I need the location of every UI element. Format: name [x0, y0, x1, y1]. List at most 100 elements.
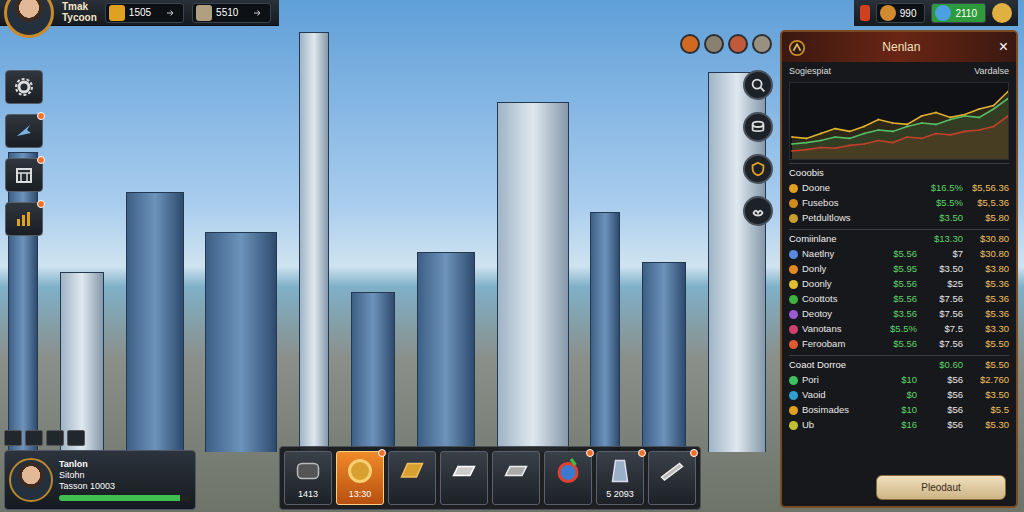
commodity-value: $7.56: [919, 337, 963, 351]
sidebar-item[interactable]: [5, 114, 43, 148]
commodity-icon: [789, 421, 798, 430]
building: [590, 212, 620, 452]
market-row[interactable]: Vanotans$5.5%$7.5$3.30: [789, 322, 1009, 337]
tool-button[interactable]: [743, 70, 773, 100]
inventory-slot[interactable]: [544, 451, 592, 505]
series-point: [892, 141, 894, 143]
series-point: [964, 130, 966, 132]
inventory-slot[interactable]: 1413: [284, 451, 332, 505]
commodity-name: Pori: [802, 373, 869, 387]
quick-icon[interactable]: [704, 34, 724, 54]
currency-counter[interactable]: 990: [876, 3, 926, 23]
quick-icons: [680, 34, 772, 54]
series-point: [906, 123, 908, 125]
commodity-values: $0$56$3.50: [873, 388, 1009, 402]
inventory-slot[interactable]: 13:30: [336, 451, 384, 505]
commodity-values: $5.56$25$5.36: [873, 277, 1009, 291]
close-button[interactable]: ×: [997, 39, 1010, 55]
commodity-values: $5.56$7.56$5.50: [873, 337, 1009, 351]
commodity-icon: [789, 214, 798, 223]
coin-icon: [345, 456, 375, 486]
series-point: [950, 116, 952, 118]
gold-coin-icon[interactable]: [992, 3, 1012, 23]
small-action-button[interactable]: [46, 430, 64, 446]
small-action-button[interactable]: [4, 430, 22, 446]
commodity-icon: [789, 199, 798, 208]
market-row[interactable]: Petdultlows$3.50$5.80: [789, 211, 1009, 226]
sidebar-item[interactable]: [5, 202, 43, 236]
commodity-value: $5.56: [873, 277, 917, 291]
resource-counter[interactable]: 5510: [192, 3, 271, 23]
market-row[interactable]: Naetlny$5.56$7$30.80: [789, 247, 1009, 262]
sidebar-item[interactable]: [5, 158, 43, 192]
market-section: Comiinlane $13.30$30.80Naetlny$5.56$7$30.…: [789, 229, 1009, 352]
player-card[interactable]: TanlonSitohnTasson 10003: [4, 450, 196, 510]
commodity-value: $3.30: [965, 322, 1009, 336]
shield-icon: [749, 160, 767, 178]
add-icon[interactable]: [165, 5, 175, 20]
market-row[interactable]: Doonly$5.56$25$5.36: [789, 277, 1009, 292]
market-row[interactable]: Fusebos$5.5%$5,5.36: [789, 196, 1009, 211]
market-row[interactable]: Vaoid $0$56$3.50: [789, 388, 1009, 403]
section-value: $13.30: [919, 232, 963, 246]
market-row[interactable]: Doone$16.5%$5,56.36: [789, 181, 1009, 196]
commodity-value: $5.5%: [873, 322, 917, 336]
crystal-icon: [605, 456, 635, 486]
market-row[interactable]: Bosimades$10$56$5.5: [789, 403, 1009, 418]
commodity-name: Ub: [802, 418, 869, 432]
commodity-values: $5.5%$5,5.36: [919, 196, 1009, 210]
series-area: [792, 91, 1008, 160]
commodity-value: $5.56: [873, 337, 917, 351]
slot-count: 13:30: [349, 488, 372, 502]
series-point: [935, 132, 937, 134]
market-row[interactable]: Pori$10$56$2.760: [789, 373, 1009, 388]
inventory-slot[interactable]: 5 2093: [596, 451, 644, 505]
small-action-button[interactable]: [25, 430, 43, 446]
commodity-value: $3.80: [965, 262, 1009, 276]
market-row[interactable]: Donly$5.95$3.50$3.80: [789, 262, 1009, 277]
section-header: Comiinlane $13.30$30.80: [789, 232, 1009, 247]
building: [497, 102, 569, 452]
quick-icon[interactable]: [680, 34, 700, 54]
commodity-icon: [789, 184, 798, 193]
resource-counter[interactable]: 1505: [105, 3, 184, 23]
market-panel: Nenlan×SogiespiatVardalseCooobisDoone$16…: [780, 30, 1018, 508]
inventory-slot[interactable]: [440, 451, 488, 505]
commodity-value: $5.95: [873, 262, 917, 276]
tool-button[interactable]: [743, 112, 773, 142]
commodity-value: $5.50: [965, 337, 1009, 351]
player-xp: Tasson 10003: [59, 481, 191, 492]
inventory-bar: 1413 13:30 5 2093: [279, 446, 701, 510]
market-row[interactable]: Deotoy$3.56$7.56$5.36: [789, 307, 1009, 322]
section-values: $13.30$30.80: [919, 232, 1009, 246]
alert-icon[interactable]: [860, 5, 870, 21]
commodity-name: Vaoid: [802, 388, 869, 402]
sidebar-item[interactable]: [5, 70, 43, 104]
commodity-name: Coottots: [802, 292, 869, 306]
player-info: TanlonSitohnTasson 10003: [59, 459, 191, 500]
currency-counter[interactable]: 2110: [931, 3, 986, 23]
building: [126, 192, 184, 452]
market-row[interactable]: Ub$16$56$5.30: [789, 418, 1009, 433]
market-row[interactable]: Coottots$5.56$7.56$5.36: [789, 292, 1009, 307]
quick-icon[interactable]: [728, 34, 748, 54]
panel-body: SogiespiatVardalseCooobisDoone$16.5%$5,5…: [782, 62, 1016, 471]
commodity-name: Naetlny: [802, 247, 869, 261]
quick-icon[interactable]: [752, 34, 772, 54]
small-action-button[interactable]: [67, 430, 85, 446]
panel-action-button[interactable]: Pleodaut: [876, 475, 1006, 500]
series-point: [878, 118, 880, 120]
inventory-slot[interactable]: [388, 451, 436, 505]
tool-button[interactable]: [743, 154, 773, 184]
add-icon[interactable]: [252, 5, 262, 20]
resource-icon: [109, 5, 125, 21]
arrow-icon: [165, 8, 175, 18]
chart-subtitle: Vardalse: [974, 65, 1009, 79]
commodity-value: $56: [919, 388, 963, 402]
market-row[interactable]: Feroobam$5.56$7.56$5.50: [789, 337, 1009, 352]
section-title: Comiinlane: [789, 232, 915, 246]
inventory-slot[interactable]: [492, 451, 540, 505]
tool-button[interactable]: [743, 196, 773, 226]
commodity-value: $5.36: [965, 292, 1009, 306]
inventory-slot[interactable]: [648, 451, 696, 505]
